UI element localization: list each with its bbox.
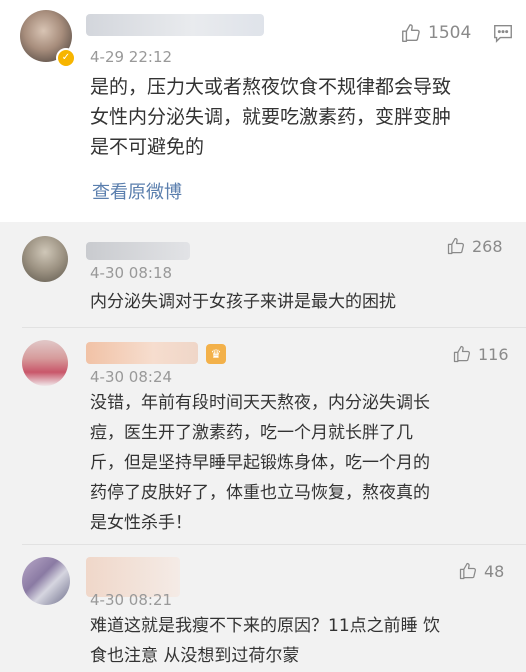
reply-text: 没错，年前有段时间天天熬夜，内分泌失调长 痘，医生开了激素药，吃一个月就长胖了几…: [90, 393, 430, 533]
comment-icon[interactable]: [492, 22, 514, 44]
timestamp: 4-30 08:24: [90, 368, 173, 386]
username[interactable]: [86, 242, 190, 260]
reply-item: 4-30 08:21 48 难道这就是我瘦不下来的原因？11点之前睡 饮 食也注…: [0, 545, 526, 672]
like-button[interactable]: 48: [458, 561, 504, 581]
reply-text: 难道这就是我瘦不下来的原因？11点之前睡 饮 食也注意 从没想到过荷尔蒙: [90, 616, 441, 666]
timestamp: 4-30 08:21: [90, 591, 173, 609]
thumbs-up-icon: [402, 24, 420, 42]
username[interactable]: [86, 342, 198, 364]
username[interactable]: [86, 14, 264, 36]
reply-item: 4-30 08:18 268 内分泌失调对于女孩子来讲是最大的困扰: [0, 222, 526, 328]
like-count: 116: [478, 344, 509, 364]
thumbs-up-icon: [453, 345, 471, 363]
avatar[interactable]: [22, 236, 68, 282]
view-original-link[interactable]: 查看原微博: [92, 178, 182, 204]
like-count: 268: [472, 236, 503, 256]
like-button[interactable]: 116: [452, 344, 509, 364]
timestamp: 4-30 08:18: [90, 264, 173, 282]
like-button[interactable]: 1504: [400, 22, 471, 44]
reply-text: 内分泌失调对于女孩子来讲是最大的困扰: [90, 292, 396, 312]
reply-list: 4-30 08:18 268 内分泌失调对于女孩子来讲是最大的困扰 ♛ 4-30…: [0, 222, 526, 672]
comment-text: 是的，压力大或者熬夜饮食不规律都会导致 女性内分泌失调，就要吃激素药，变胖变肿 …: [90, 76, 452, 158]
verified-badge-icon: ✓: [56, 48, 76, 68]
main-comment: ✓ 4-29 22:12 1504 是的，压力大或者熬夜饮食不规律都会导致 女性…: [0, 0, 526, 222]
member-badge-icon: ♛: [206, 344, 226, 364]
reply-item: ♛ 4-30 08:24 116 没错，年前有段时间天天熬夜，内分泌失调长 痘，…: [0, 328, 526, 544]
thumbs-up-icon: [459, 562, 477, 580]
like-count: 48: [484, 561, 505, 581]
timestamp: 4-29 22:12: [90, 48, 173, 66]
like-button[interactable]: 268: [446, 236, 503, 256]
thumbs-up-icon: [447, 237, 465, 255]
avatar[interactable]: [22, 340, 68, 386]
like-count: 1504: [428, 23, 472, 43]
avatar[interactable]: [22, 557, 70, 605]
